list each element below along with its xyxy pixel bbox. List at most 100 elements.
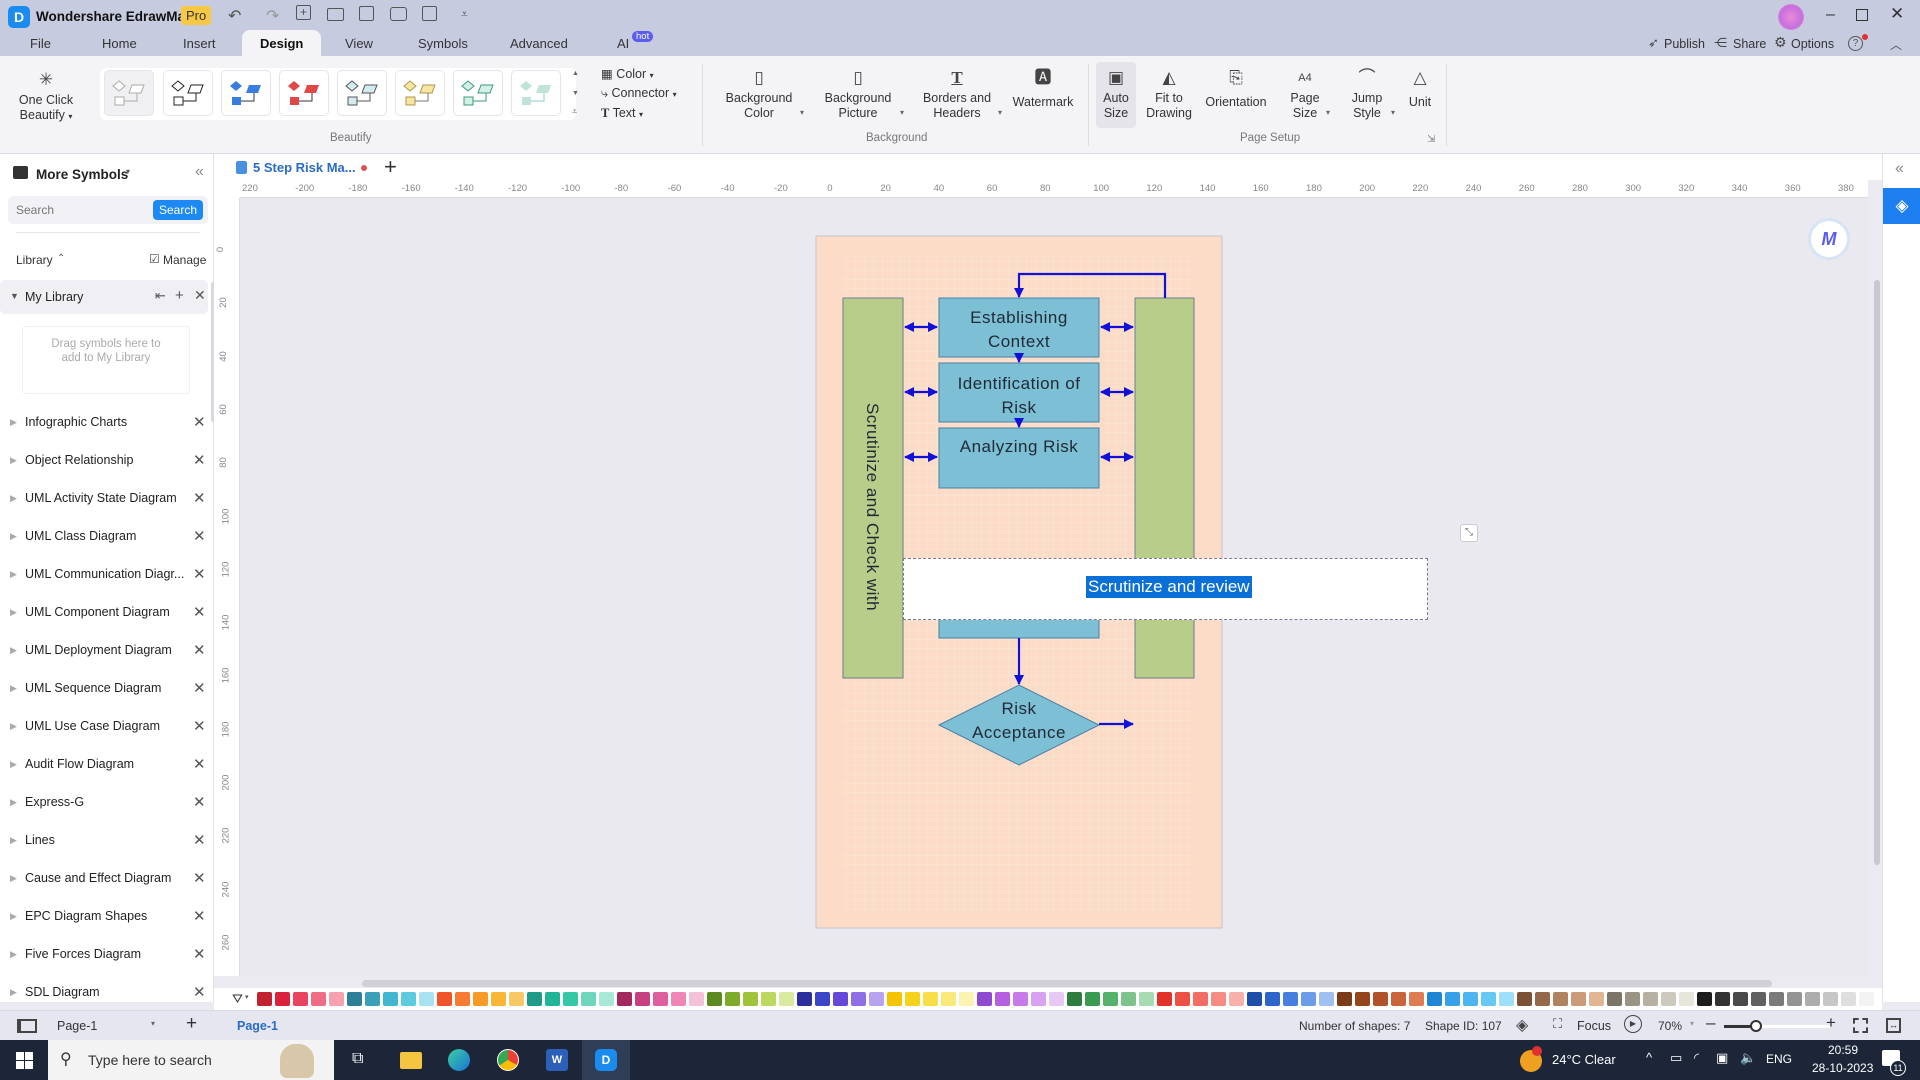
color-swatch[interactable] — [617, 992, 632, 1006]
color-swatch[interactable] — [959, 992, 974, 1006]
style-preset-7[interactable] — [453, 70, 503, 116]
user-avatar[interactable] — [1778, 4, 1804, 30]
style-preset-4[interactable] — [279, 70, 329, 116]
close-library-icon[interactable]: ✕ — [193, 413, 206, 431]
color-swatch[interactable] — [833, 992, 848, 1006]
style-preset-5[interactable] — [337, 70, 387, 116]
fill-bucket-icon[interactable]: ⛛ — [232, 991, 243, 1007]
focus-icon[interactable]: ⛶ — [1553, 1016, 1562, 1032]
close-button[interactable]: ✕ — [1890, 4, 1904, 24]
background-picture-button[interactable]: ▯ Background Picture — [820, 68, 896, 121]
library-item[interactable]: ▶ UML Activity State Diagram ✕ — [0, 484, 214, 514]
color-swatch[interactable] — [1643, 992, 1658, 1006]
color-swatch[interactable] — [1193, 992, 1208, 1006]
color-swatch[interactable] — [1265, 992, 1280, 1006]
manage-button[interactable]: Manage — [163, 253, 206, 267]
library-item[interactable]: ▶ Lines ✕ — [0, 826, 214, 856]
document-tab[interactable]: 5 Step Risk Ma... — [253, 160, 356, 175]
color-swatch[interactable] — [653, 992, 668, 1006]
my-library-row[interactable]: ▼ My Library ⇤ + ✕ — [0, 280, 208, 314]
library-item[interactable]: ▶ UML Deployment Diagram ✕ — [0, 636, 214, 666]
color-swatch[interactable] — [581, 992, 596, 1006]
library-item[interactable]: ▶ UML Use Case Diagram ✕ — [0, 712, 214, 742]
color-swatch[interactable] — [1481, 992, 1496, 1006]
fit-to-drawing-button[interactable]: ◭ Fit to Drawing — [1144, 68, 1194, 121]
show-hidden-icons[interactable]: ^ — [1646, 1050, 1652, 1065]
play-icon[interactable]: ▶ — [1624, 1015, 1642, 1033]
color-swatch[interactable] — [365, 992, 380, 1006]
ai-assistant-button[interactable]: M — [1808, 218, 1850, 260]
close-library-icon[interactable]: ✕ — [193, 565, 206, 583]
color-swatch[interactable] — [1445, 992, 1460, 1006]
library-item[interactable]: ▶ UML Sequence Diagram ✕ — [0, 674, 214, 704]
color-swatch[interactable] — [995, 992, 1010, 1006]
color-swatch[interactable] — [383, 992, 398, 1006]
restore-button[interactable] — [1856, 9, 1868, 21]
color-swatch[interactable] — [1571, 992, 1586, 1006]
zoom-dropdown[interactable]: ▾ — [1690, 1019, 1694, 1028]
color-swatch[interactable] — [527, 992, 542, 1006]
jump-style-dropdown[interactable]: ▾ — [1391, 108, 1395, 117]
style-preset-6[interactable] — [395, 70, 445, 116]
close-library-icon[interactable]: ✕ — [193, 641, 206, 659]
color-swatch[interactable] — [923, 992, 938, 1006]
color-swatch[interactable] — [1517, 992, 1532, 1006]
page-setup-dialog-launcher[interactable]: ⇲ — [1427, 134, 1435, 145]
style-preset-3[interactable] — [221, 70, 271, 116]
collapse-panel-icon[interactable]: « — [195, 163, 204, 181]
fit-page-icon[interactable] — [1853, 1018, 1868, 1033]
wifi-icon[interactable]: ◜ — [1694, 1050, 1699, 1066]
color-swatch[interactable] — [1823, 992, 1838, 1006]
color-swatch[interactable] — [1535, 992, 1550, 1006]
color-swatch[interactable] — [941, 992, 956, 1006]
color-swatch[interactable] — [491, 992, 506, 1006]
expand-right-panel-icon[interactable]: « — [1895, 160, 1904, 178]
color-swatch[interactable] — [1139, 992, 1154, 1006]
close-library-icon[interactable]: ✕ — [193, 717, 206, 735]
save-icon[interactable] — [359, 6, 374, 21]
new-tab-button[interactable]: + — [384, 154, 397, 180]
color-swatch[interactable] — [1391, 992, 1406, 1006]
clock-time[interactable]: 20:59 — [1828, 1043, 1858, 1057]
color-swatch[interactable] — [401, 992, 416, 1006]
print-icon[interactable] — [390, 7, 407, 21]
windows-start-icon[interactable] — [16, 1052, 33, 1069]
customize-quick-access-icon[interactable]: ⩡ — [461, 7, 468, 22]
edrawmax-taskbar-icon[interactable]: D — [582, 1040, 630, 1080]
tab-advanced[interactable]: Advanced — [510, 36, 568, 51]
tab-design[interactable]: Design — [242, 30, 322, 56]
file-explorer-icon[interactable] — [400, 1052, 422, 1069]
page-size-button[interactable]: A4 Page Size — [1286, 68, 1324, 121]
color-swatch[interactable] — [1337, 992, 1352, 1006]
zoom-out-button[interactable]: – — [1706, 1013, 1715, 1033]
color-swatch[interactable] — [1553, 992, 1568, 1006]
color-swatch[interactable] — [689, 992, 704, 1006]
tab-insert[interactable]: Insert — [183, 36, 216, 51]
color-swatch[interactable] — [815, 992, 830, 1006]
fill-dropdown[interactable]: ▾ — [245, 993, 249, 1001]
color-swatch[interactable] — [1697, 992, 1712, 1006]
color-swatch[interactable] — [887, 992, 902, 1006]
library-item[interactable]: ▶ Express-G ✕ — [0, 788, 214, 818]
color-swatch[interactable] — [1805, 992, 1820, 1006]
background-picture-dropdown[interactable]: ▾ — [900, 108, 904, 117]
color-swatch[interactable] — [1859, 992, 1874, 1006]
color-swatch[interactable] — [1157, 992, 1172, 1006]
collapse-ribbon-icon[interactable]: ︿ — [1890, 36, 1902, 53]
language-indicator[interactable]: ENG — [1766, 1052, 1792, 1066]
new-icon[interactable]: + — [296, 5, 311, 20]
display-icon[interactable]: ▣ — [1716, 1050, 1728, 1066]
format-paint-button[interactable]: ◈ — [1883, 188, 1920, 224]
publish-button[interactable]: Publish — [1664, 37, 1705, 51]
color-swatch[interactable] — [1499, 992, 1514, 1006]
color-swatch[interactable] — [545, 992, 560, 1006]
close-library-icon[interactable]: ✕ — [193, 945, 206, 963]
word-icon[interactable]: W — [546, 1049, 568, 1071]
clock-date[interactable]: 28-10-2023 — [1812, 1061, 1873, 1075]
color-swatch[interactable] — [1661, 992, 1676, 1006]
color-swatch[interactable] — [761, 992, 776, 1006]
color-swatch[interactable] — [455, 992, 470, 1006]
close-library-icon[interactable]: ✕ — [193, 527, 206, 545]
color-swatch[interactable] — [851, 992, 866, 1006]
page-panel-toggle-icon[interactable] — [17, 1019, 37, 1033]
